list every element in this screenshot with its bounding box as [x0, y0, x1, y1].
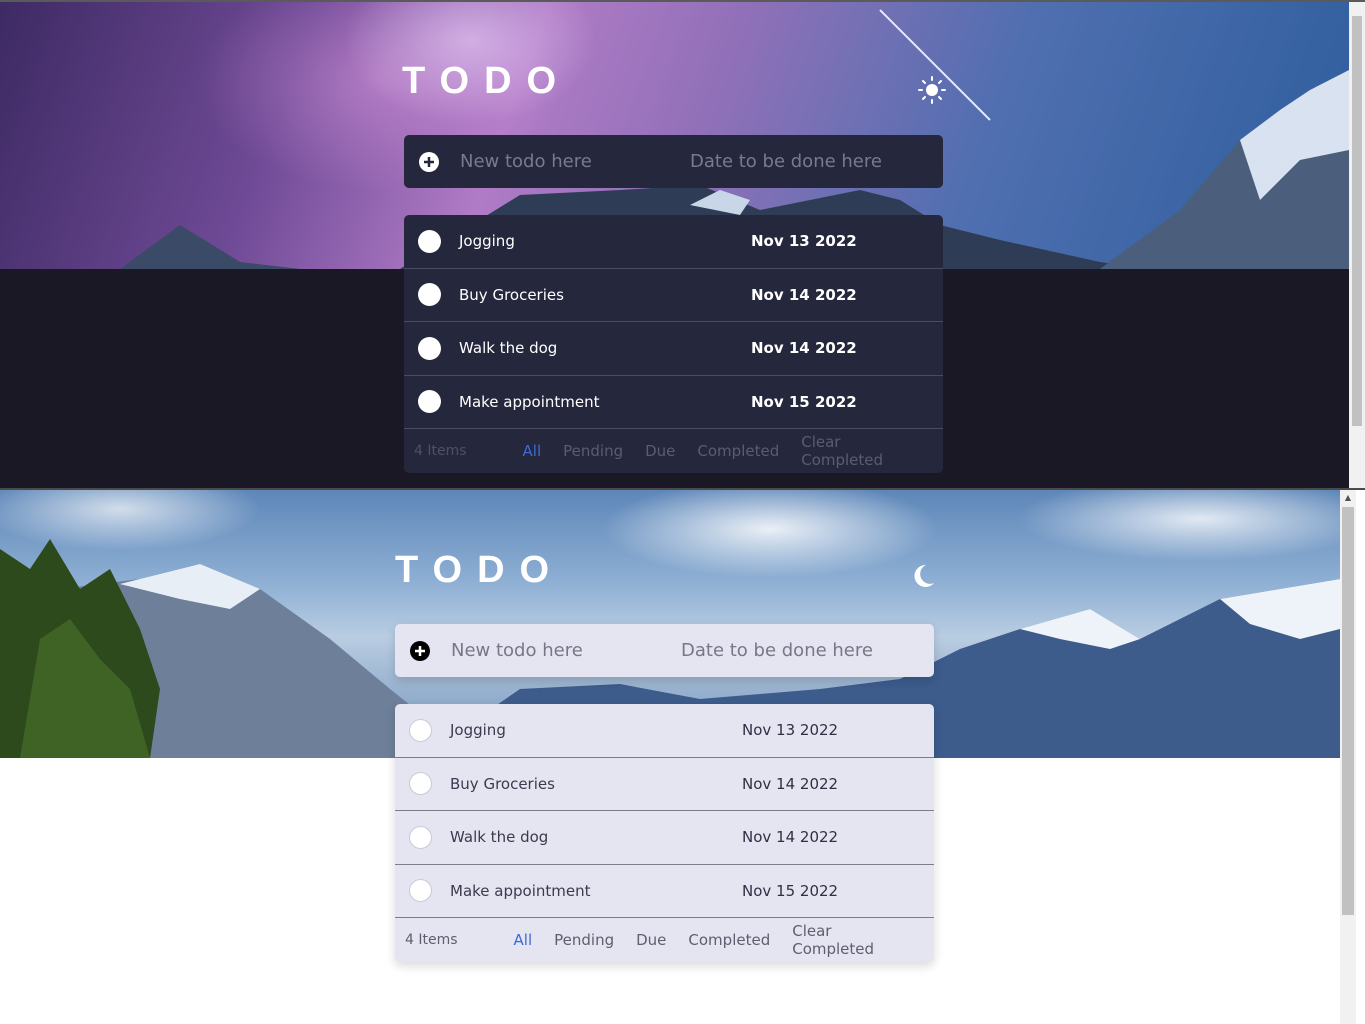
view-divider [0, 488, 1365, 490]
clear-completed-button[interactable]: Clear Completed [801, 433, 921, 469]
todo-text: Walk the dog [450, 828, 549, 847]
todo-checkbox[interactable] [418, 336, 441, 360]
scrollbar-thumb[interactable] [1342, 507, 1354, 915]
todo-date: Nov 13 2022 [751, 232, 857, 251]
filter-pending[interactable]: Pending [563, 442, 623, 460]
items-count: 4 Items [414, 443, 467, 459]
scroll-up-arrow-icon[interactable]: ▲ [1340, 491, 1356, 505]
todo-checkbox[interactable] [409, 772, 432, 796]
todo-text: Buy Groceries [450, 774, 555, 793]
todo-checkbox[interactable] [409, 825, 432, 849]
app-title: TODO [395, 549, 565, 591]
scrollbar-thumb[interactable] [1352, 16, 1362, 426]
dark-theme-view: TODO Jogging Nov 13 2022 Bu [0, 0, 1365, 489]
due-date-input[interactable] [681, 640, 931, 661]
todo-checkbox[interactable] [409, 718, 432, 742]
add-todo-button[interactable] [409, 640, 431, 662]
todo-item[interactable]: Make appointment Nov 15 2022 [395, 865, 934, 918]
filter-due[interactable]: Due [636, 931, 666, 949]
new-todo-bar [395, 624, 934, 677]
filter-due[interactable]: Due [645, 442, 675, 460]
filter-all[interactable]: All [514, 931, 533, 949]
todo-item[interactable]: Buy Groceries Nov 14 2022 [395, 758, 934, 811]
todo-checkbox[interactable] [418, 229, 441, 253]
list-footer: 4 Items All Pending Due Completed Clear … [395, 918, 934, 962]
todo-date: Nov 15 2022 [751, 392, 857, 411]
todo-date: Nov 14 2022 [751, 339, 857, 358]
todo-checkbox[interactable] [409, 879, 432, 903]
todo-item[interactable]: Make appointment Nov 15 2022 [404, 376, 943, 429]
todo-text: Make appointment [450, 881, 591, 900]
new-todo-input[interactable] [460, 151, 680, 172]
items-count: 4 Items [405, 932, 458, 948]
todo-date: Nov 14 2022 [742, 828, 839, 847]
todo-item[interactable]: Walk the dog Nov 14 2022 [404, 322, 943, 376]
todo-item[interactable]: Jogging Nov 13 2022 [404, 215, 943, 269]
todo-date: Nov 15 2022 [742, 881, 839, 900]
todo-text: Buy Groceries [459, 285, 564, 304]
filter-completed[interactable]: Completed [697, 442, 779, 460]
todo-date: Nov 14 2022 [742, 774, 839, 793]
app-title: TODO [402, 60, 572, 102]
todo-checkbox[interactable] [418, 283, 441, 307]
new-todo-bar [404, 135, 943, 188]
light-theme-view: TODO Jogging Nov 13 2022 Buy Groceries N… [0, 489, 1365, 1024]
todo-list: Jogging Nov 13 2022 Buy Groceries Nov 14… [395, 704, 934, 962]
filter-all[interactable]: All [523, 442, 542, 460]
filter-pending[interactable]: Pending [554, 931, 614, 949]
todo-text: Make appointment [459, 392, 600, 411]
todo-date: Nov 13 2022 [742, 721, 839, 740]
theme-toggle-button[interactable] [908, 561, 938, 591]
todo-checkbox[interactable] [418, 390, 441, 414]
theme-toggle-button[interactable] [917, 75, 947, 105]
todo-item[interactable]: Walk the dog Nov 14 2022 [395, 811, 934, 865]
clear-completed-button[interactable]: Clear Completed [792, 922, 912, 958]
sun-icon [918, 76, 946, 104]
todo-item[interactable]: Jogging Nov 13 2022 [395, 704, 934, 758]
moon-icon [914, 564, 934, 587]
list-footer: 4 Items All Pending Due Completed Clear … [404, 429, 943, 473]
todo-text: Jogging [459, 232, 515, 251]
todo-date: Nov 14 2022 [751, 285, 857, 304]
todo-text: Jogging [450, 721, 506, 740]
window-top-border [0, 0, 1365, 2]
new-todo-input[interactable] [451, 640, 671, 661]
todo-text: Walk the dog [459, 339, 558, 358]
due-date-input[interactable] [690, 151, 940, 172]
scrollbar[interactable] [1349, 0, 1365, 489]
filter-completed[interactable]: Completed [688, 931, 770, 949]
add-todo-button[interactable] [418, 151, 440, 173]
todo-list: Jogging Nov 13 2022 Buy Groceries Nov 14… [404, 215, 943, 473]
scrollbar[interactable]: ▲ [1340, 489, 1356, 1024]
todo-item[interactable]: Buy Groceries Nov 14 2022 [404, 269, 943, 322]
